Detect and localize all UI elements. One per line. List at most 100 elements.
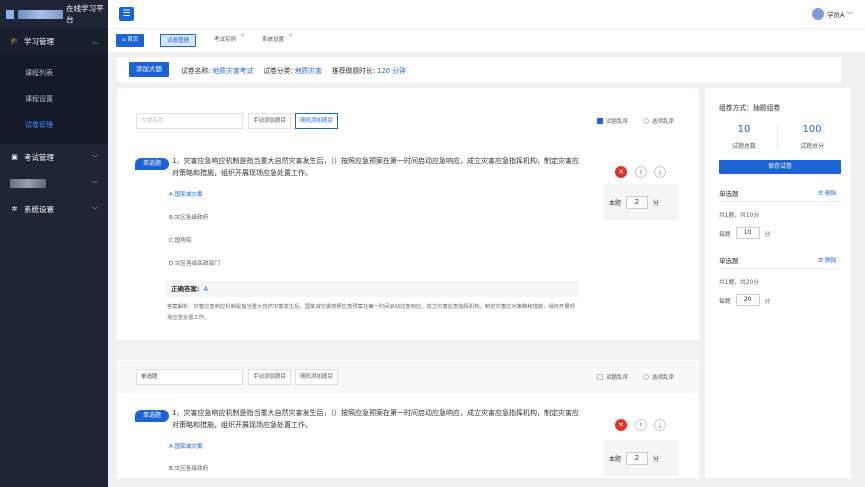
shuffle-options-radio[interactable]: 选项乱序 xyxy=(643,117,674,125)
checkbox-label: 试题乱序 xyxy=(606,375,629,381)
question-score: 本题 2 分 xyxy=(604,440,679,476)
answer-analysis: 答案解析：灾害应急响应机制是指当重大自然灾害发生后，国家减灾委按照应急预案在第一… xyxy=(167,304,575,321)
score-input[interactable]: 2 xyxy=(626,195,649,209)
manual-add-button[interactable]: 手动添加题目 xyxy=(248,113,292,129)
paper-name-value: 地质灾害考试 xyxy=(212,66,254,75)
divider xyxy=(719,201,841,202)
chevron-down-icon: ﹀ xyxy=(846,11,854,19)
delete-icon[interactable]: ✕ xyxy=(615,419,627,431)
section-title: 单选题 xyxy=(719,190,739,198)
divider xyxy=(719,268,841,269)
stat-value: 10 xyxy=(737,124,751,135)
compose-mode: 组卷方式：抽题组卷 xyxy=(719,104,781,112)
stat-label: 试题总数 xyxy=(731,143,756,150)
score-unit: 分 xyxy=(653,199,660,207)
score-unit: 分 xyxy=(653,455,660,463)
delete-label: 删除 xyxy=(825,191,837,197)
blurred-label xyxy=(10,178,46,188)
tab-exam-instance[interactable]: 考试实例 × xyxy=(208,32,245,47)
option-a: A.国家减灾委 xyxy=(169,444,203,450)
each-score-input[interactable]: 10 xyxy=(735,227,760,239)
arrow-down-icon[interactable]: ↓ xyxy=(654,166,666,178)
sidebar-group-settings[interactable]: ✲ 系统设置 ﹀ xyxy=(0,196,108,222)
delete-label: 删除 xyxy=(825,258,837,264)
chevron-down-icon: ﹀ xyxy=(91,206,98,214)
radio-circle xyxy=(643,374,649,380)
sidebar-item-label: 课程列表 xyxy=(25,69,53,77)
tab-label: 试卷管理 xyxy=(167,38,190,44)
sidebar-item-course-settings[interactable]: 课程设置 xyxy=(0,86,108,112)
sidebar-group-blurred[interactable]: ﹀ xyxy=(0,170,108,196)
duration-label: 推荐做题时长: xyxy=(331,66,376,75)
tab-label: 首页 xyxy=(127,37,139,43)
radio-label: 选项乱序 xyxy=(652,375,675,381)
arrow-up-icon[interactable]: ↑ xyxy=(635,166,647,178)
paper-category-value: 地质灾害 xyxy=(294,66,322,75)
close-icon[interactable]: × xyxy=(288,29,293,42)
delete-icon[interactable]: ✕ xyxy=(615,166,627,178)
sidebar-group-exam[interactable]: ▣ 考试管理 ﹀ xyxy=(0,144,108,170)
random-add-button[interactable]: 随机添加题目 xyxy=(295,113,339,129)
checkbox-box xyxy=(597,374,603,380)
sidebar-group-study[interactable]: 🎓 学习管理 ︿ xyxy=(0,28,108,54)
app-title: 在线学习平台 xyxy=(66,4,104,24)
paper-category-label: 试卷分类: xyxy=(263,66,293,75)
tab-label: 系统设置 xyxy=(262,37,285,43)
tab-paper-management[interactable]: 试卷管理 × xyxy=(160,33,198,47)
shuffle-questions-checkbox[interactable]: 试题乱序 xyxy=(597,373,628,381)
tab-bar: ⌂ 首页 试卷管理 × 考试实例 × 系统设置 × xyxy=(108,28,865,52)
checkbox-box xyxy=(597,118,603,124)
each-label: 每题 xyxy=(719,298,731,305)
logo-blurred-name xyxy=(18,9,64,19)
stat-value: 100 xyxy=(802,124,822,135)
section-info: 共1题，共10分 xyxy=(719,213,760,219)
shuffle-questions-checkbox[interactable]: 试题乱序 xyxy=(597,117,628,125)
checkbox-label: 试题乱序 xyxy=(606,119,629,125)
radio-circle xyxy=(643,118,649,124)
paper-summary-panel: 组卷方式：抽题组卷 10 试题总数 100 试题总分 保存试卷 单选题 ☰ 删除… xyxy=(705,88,851,478)
save-paper-button[interactable]: 保存试卷 xyxy=(719,160,841,174)
each-score-input[interactable]: 20 xyxy=(735,294,760,306)
option-d: D.灾区各级民政部门 xyxy=(169,261,220,267)
score-input[interactable]: 2 xyxy=(626,451,649,465)
answer-label: 正确答案: xyxy=(171,285,200,293)
close-icon[interactable]: × xyxy=(240,29,245,42)
option-b: B.灾区各级政府 xyxy=(169,466,209,472)
user-menu[interactable]: 学员A ﹀ xyxy=(812,8,853,20)
close-icon[interactable]: × xyxy=(193,30,198,43)
question-text: 1、灾害应急响应机制是指当重大自然灾害发生后，（）按照应急预案在第一时间启动应急… xyxy=(172,409,579,429)
manual-add-button[interactable]: 手动添加题目 xyxy=(248,369,292,385)
section-each-score: 每题 20 分 xyxy=(719,294,770,306)
tab-home[interactable]: ⌂ 首页 xyxy=(116,34,145,47)
sidebar-submenu: 课程列表 课程设置 试卷管理 xyxy=(0,54,108,144)
section-info: 共1题，共20分 xyxy=(719,280,760,286)
question-text: 1、灾害应急响应机制是指当重大自然灾害发生后，（）按照应急预案在第一时间启动应急… xyxy=(172,157,579,177)
add-section-button[interactable]: 添加大题 xyxy=(129,62,169,77)
section-name-input[interactable]: 大题名称 xyxy=(136,113,243,129)
arrow-down-icon[interactable]: ↓ xyxy=(654,419,666,431)
correct-answer: 正确答案: A xyxy=(165,281,579,297)
paper-info-bar: 添加大题 试卷名称: 地质灾害考试 试卷分类: 地质灾害 推荐做题时长: 120… xyxy=(117,57,841,82)
section-name-input[interactable]: 单选题 xyxy=(136,369,243,385)
sidebar-group-label: 学习管理 xyxy=(24,36,54,46)
random-add-button[interactable]: 随机添加题目 xyxy=(295,369,339,385)
section-toolbar: 单选题 手动添加题目 随机添加题目 试题乱序 选项乱序 xyxy=(117,361,699,393)
sidebar: 在线学习平台 🎓 学习管理 ︿ 课程列表 课程设置 试卷管理 ▣ 考试管理 ﹀ … xyxy=(0,0,108,487)
delete-section-button[interactable]: ☰ 删除 xyxy=(818,188,837,197)
exam-icon: ▣ xyxy=(11,153,18,161)
edit-icon: ☰ xyxy=(818,191,826,197)
shuffle-options-radio[interactable]: 选项乱序 xyxy=(643,373,674,381)
tab-label: 考试实例 xyxy=(214,37,237,43)
delete-section-button[interactable]: ☰ 删除 xyxy=(818,255,837,264)
arrow-up-icon[interactable]: ↑ xyxy=(635,419,647,431)
tab-system-settings[interactable]: 系统设置 × xyxy=(256,32,293,47)
sidebar-item-course-list[interactable]: 课程列表 xyxy=(0,60,108,86)
option-b: B.灾区各级政府 xyxy=(169,215,209,221)
total-score-stat: 100 试题总分 xyxy=(779,124,845,150)
divider xyxy=(777,126,778,148)
option-c: C.国务院 xyxy=(169,238,192,244)
section-title: 单选题 xyxy=(719,257,739,265)
sidebar-item-paper-management[interactable]: 试卷管理 xyxy=(0,112,108,138)
menu-icon[interactable]: ☰ xyxy=(119,7,134,21)
graduation-cap-icon: 🎓 xyxy=(10,37,19,45)
